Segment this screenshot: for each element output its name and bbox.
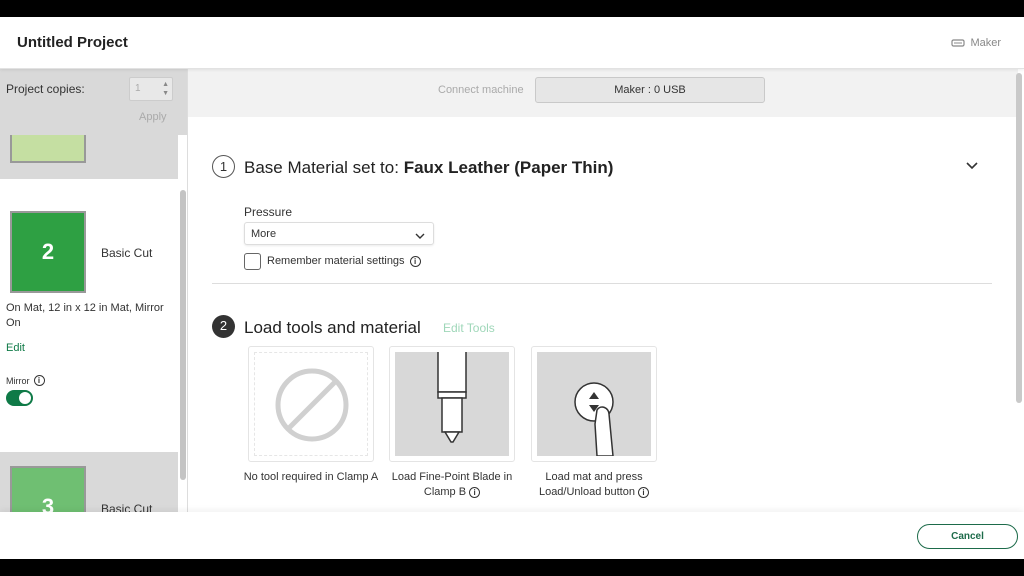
main-panel: Connect machine Maker : 0 USB 1 Base Mat…	[188, 69, 1024, 514]
mirror-toggle[interactable]	[6, 390, 33, 406]
footer-bar: Cancel	[0, 512, 1024, 559]
pressure-select[interactable]: More	[244, 222, 434, 245]
app-window: Untitled Project Maker Project copies: 1…	[0, 17, 1024, 559]
pressure-value: More	[251, 228, 277, 240]
machine-indicator[interactable]: Maker	[951, 37, 1001, 49]
step-1-title-text: Base Material set to:	[244, 158, 399, 177]
load-unload-button-icon	[537, 352, 651, 456]
no-tool-icon	[254, 352, 368, 456]
apply-button[interactable]: Apply	[139, 111, 167, 123]
tool-caption-text: Load Fine-Point Blade in Clamp B	[391, 471, 513, 498]
mat-card-1[interactable]	[0, 135, 178, 179]
mat-sidebar: Project copies: 1 ▲ ▼ Apply 2 Basic Cut …	[0, 69, 188, 512]
mat-number: 2	[41, 239, 55, 264]
chevron-down-icon	[415, 230, 425, 242]
material-name: Faux Leather (Paper Thin)	[403, 158, 614, 177]
connect-machine-button[interactable]: Maker : 0 USB	[535, 77, 765, 103]
edit-tools-link[interactable]: Edit Tools	[443, 321, 495, 335]
tool-caption-text: Load mat and press Load/Unload button	[538, 471, 643, 498]
mirror-label-text: Mirror	[6, 375, 30, 386]
load-info-icon[interactable]: i	[638, 486, 650, 498]
step-2-number: 2	[212, 315, 235, 338]
cancel-button[interactable]: Cancel	[917, 524, 1018, 549]
stepper-down-icon[interactable]: ▼	[162, 90, 169, 97]
tool-card-clamp-b	[389, 346, 515, 462]
remember-info-icon[interactable]: i	[409, 255, 421, 267]
collapse-chevron-icon[interactable]	[965, 157, 979, 175]
mat-name: Basic Cut	[101, 246, 153, 260]
mat-thumbnail-3: 3	[10, 466, 86, 512]
blade-info-icon[interactable]: i	[469, 486, 481, 498]
mat-info-text: On Mat, 12 in x 12 in Mat, Mirror On	[6, 302, 164, 329]
remember-settings-text: Remember material settings	[267, 255, 405, 267]
stepper-up-icon[interactable]: ▲	[162, 81, 169, 88]
step-1-number: 1	[212, 155, 235, 178]
mat-name: Basic Cut	[101, 502, 153, 512]
main-scrollbar[interactable]	[1016, 73, 1022, 403]
remember-settings-checkbox[interactable]	[244, 253, 261, 270]
copies-stepper[interactable]: ▲ ▼	[162, 81, 169, 97]
remember-settings-label: Remember material settings i	[267, 255, 421, 267]
mirror-info-icon[interactable]: i	[33, 375, 45, 386]
step-1-title: Base Material set to: Faux Leather (Pape…	[244, 158, 613, 178]
tool-caption-load-mat: Load mat and press Load/Unload button i	[524, 470, 664, 500]
tool-caption-clamp-b: Load Fine-Point Blade in Clamp B i	[382, 470, 522, 500]
step-2-title: Load tools and material	[244, 318, 421, 337]
project-copies-label: Project copies:	[6, 82, 85, 96]
mat-thumbnail-2: 2	[10, 211, 86, 293]
mirror-label: Mirror i	[6, 375, 45, 386]
tool-card-clamp-a	[248, 346, 374, 462]
mat-thumbnail-1	[10, 135, 86, 163]
tool-caption-clamp-a: No tool required in Clamp A	[243, 471, 379, 483]
sidebar-scrollbar[interactable]	[180, 190, 186, 480]
tool-card-load-mat	[531, 346, 657, 462]
connect-machine-label: Connect machine	[438, 84, 524, 96]
section-divider	[212, 283, 992, 284]
mat-card-3[interactable]: 3 Basic Cut	[0, 452, 178, 512]
machine-icon	[951, 38, 966, 48]
project-title: Untitled Project	[17, 34, 128, 51]
project-copies-input[interactable]: 1 ▲ ▼	[129, 77, 173, 101]
pressure-label: Pressure	[244, 205, 293, 219]
mat-number: 3	[41, 494, 55, 512]
fine-point-blade-icon	[395, 352, 509, 456]
connect-bar: Connect machine Maker : 0 USB	[188, 69, 1018, 117]
machine-label: Maker	[970, 37, 1001, 49]
top-bar: Untitled Project Maker	[0, 17, 1024, 69]
project-copies-value: 1	[135, 83, 141, 94]
edit-mat-link[interactable]: Edit	[6, 342, 25, 354]
project-copies-bar: Project copies: 1 ▲ ▼ Apply	[0, 69, 187, 135]
